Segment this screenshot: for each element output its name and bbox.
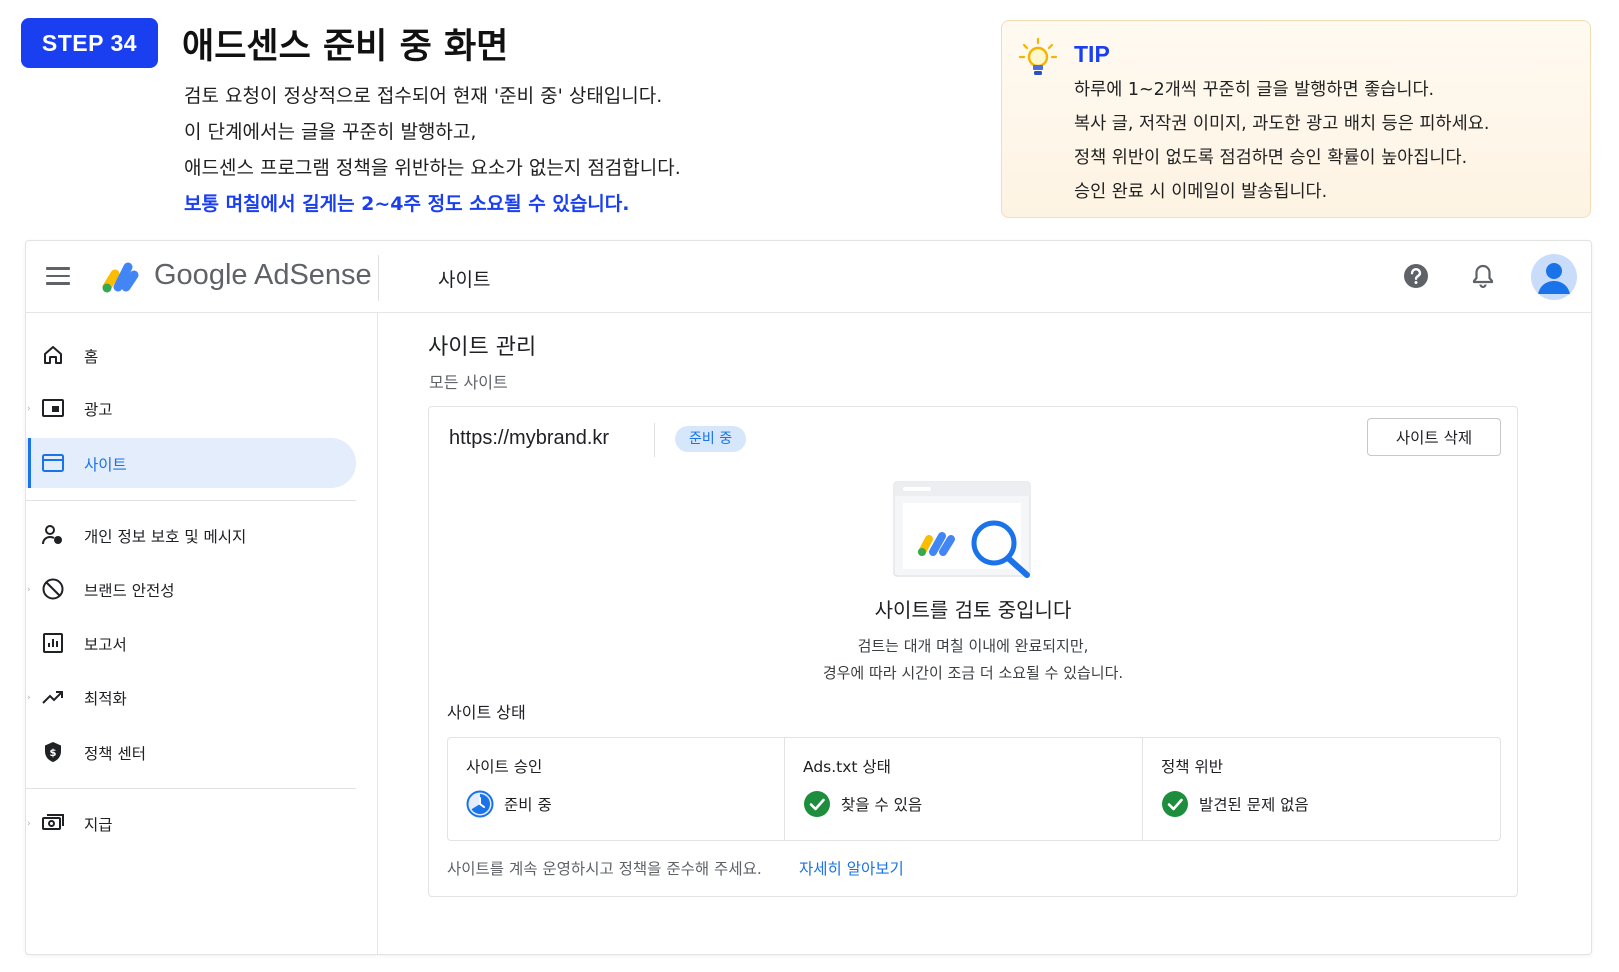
topbar-divider — [378, 255, 379, 301]
topbar-section-title: 사이트 — [438, 269, 491, 291]
sidebar-item-payments[interactable]: › 지급 — [26, 798, 356, 848]
review-desc-line: 경우에 따라 시간이 조금 더 소요될 수 있습니다. — [822, 664, 1124, 682]
top-app-bar: Google AdSense 사이트 — [26, 241, 1591, 313]
page-title: 사이트 관리 — [428, 335, 537, 360]
tip-line: 하루에 1~2개씩 꾸준히 글을 발행하면 좋습니다. — [1074, 80, 1435, 100]
site-status-heading: 사이트 상태 — [447, 703, 526, 722]
check-circle-icon — [804, 791, 830, 817]
tip-box: TIP 하루에 1~2개씩 꾸준히 글을 발행하면 좋습니다. 복사 글, 저작… — [1001, 20, 1591, 218]
tip-title: TIP — [1074, 41, 1110, 67]
expand-caret-icon: › — [27, 585, 31, 595]
adsense-window: Google AdSense 사이트 홈 › 광고 사이트 개인 정보 보호 및… — [25, 240, 1592, 955]
sidebar-item-brand-safety[interactable]: › 브랜드 안전성 — [26, 564, 356, 614]
status-badge: 준비 중 — [675, 426, 747, 452]
user-icon — [1538, 263, 1570, 294]
menu-icon[interactable] — [46, 267, 70, 287]
sidebar-item-policy-center[interactable]: $ 정책 센터 — [26, 727, 356, 777]
status-value: 준비 중 — [504, 796, 552, 814]
svg-text:$: $ — [50, 748, 57, 759]
check-circle-icon — [1162, 791, 1188, 817]
trending-icon — [42, 691, 63, 704]
status-caption: Ads.txt 상태 — [803, 758, 891, 776]
learn-more-link[interactable]: 자세히 알아보기 — [799, 857, 904, 879]
home-icon — [44, 346, 62, 364]
status-cell-policy: 정책 위반 발견된 문제 없음 — [1143, 738, 1500, 840]
status-cell-ads-txt: Ads.txt 상태 찾을 수 있음 — [785, 738, 1143, 840]
sidebar-item-privacy[interactable]: 개인 정보 보호 및 메시지 — [26, 510, 356, 560]
expand-caret-icon: › — [27, 404, 31, 414]
page-subtitle: 모든 사이트 — [429, 373, 508, 392]
tip-line: 복사 글, 저작권 이미지, 과도한 광고 배치 등은 피하세요. — [1074, 114, 1490, 134]
status-value: 찾을 수 있음 — [841, 796, 923, 814]
step-description: 검토 요청이 정상적으로 접수되어 현재 '준비 중' 상태입니다. 이 단계에… — [184, 78, 681, 222]
status-cell-approval: 사이트 승인 준비 중 — [448, 738, 785, 840]
lightbulb-icon — [1018, 37, 1058, 75]
step-desc-highlight: 보통 며칠에서 길게는 2~4주 정도 소요될 수 있습니다. — [184, 193, 630, 215]
help-icon[interactable] — [1401, 261, 1431, 291]
block-icon — [42, 578, 64, 600]
notifications-icon[interactable] — [1468, 261, 1498, 291]
status-caption: 정책 위반 — [1161, 758, 1223, 776]
step-desc-line: 애드센스 프로그램 정책을 위반하는 요소가 없는지 점검합니다. — [184, 157, 681, 179]
site-review-illustration-icon — [893, 481, 1031, 578]
sidebar-item-label: 보고서 — [84, 636, 127, 654]
sidebar-divider — [26, 500, 356, 501]
reports-icon — [43, 633, 63, 653]
delete-site-button[interactable]: 사이트 삭제 — [1367, 418, 1501, 456]
expand-caret-icon: › — [27, 693, 31, 703]
site-url: https://mybrand.kr — [449, 427, 610, 449]
step-title: 애드센스 준비 중 화면 — [182, 27, 509, 67]
account-avatar[interactable] — [1531, 254, 1577, 300]
side-navigation: 홈 › 광고 사이트 개인 정보 보호 및 메시지 › 브랜드 안전성 보고서 … — [26, 313, 378, 954]
tip-lines: 하루에 1~2개씩 꾸준히 글을 발행하면 좋습니다. 복사 글, 저작권 이미… — [1074, 73, 1489, 209]
step-desc-line: 이 단계에서는 글을 꾸준히 발행하고, — [184, 121, 477, 143]
ads-icon — [42, 399, 64, 417]
status-caption: 사이트 승인 — [466, 758, 543, 776]
status-value: 발견된 문제 없음 — [1199, 796, 1309, 814]
review-desc-line: 검트는 대개 며칠 이내에 완료되지만, — [857, 637, 1089, 655]
tip-line: 정책 위반이 없도록 점검하면 승인 확률이 높아집니다. — [1074, 148, 1468, 168]
adsense-logo-icon — [102, 262, 139, 293]
clock-icon — [466, 790, 494, 818]
sidebar-item-ads[interactable]: › 광고 — [26, 383, 356, 433]
step-badge: STEP 34 — [21, 18, 158, 68]
sidebar-item-label: 정책 센터 — [84, 745, 146, 763]
sidebar-item-label: 사이트 — [84, 456, 127, 474]
site-card: https://mybrand.kr 준비 중 사이트 삭제 사이트를 검토 중… — [428, 406, 1518, 897]
site-header-divider — [654, 423, 655, 457]
payments-icon — [42, 814, 64, 830]
sidebar-item-label: 홈 — [84, 348, 99, 366]
sidebar-item-label: 개인 정보 보호 및 메시지 — [84, 528, 247, 546]
site-status-grid: 사이트 승인 준비 중 Ads.txt 상태 찾을 수 있음 정책 위반 발견된… — [447, 737, 1501, 841]
sidebar-item-sites[interactable]: 사이트 — [26, 438, 356, 488]
sidebar-divider — [26, 788, 356, 789]
footer-note: 사이트를 계속 운영하시고 정책을 준수해 주세요. — [447, 860, 762, 878]
sidebar-item-optimization[interactable]: › 최적화 — [26, 672, 356, 722]
review-description: 검트는 대개 며칠 이내에 완료되지만, 경우에 따라 시간이 조금 더 소요될… — [429, 633, 1517, 687]
privacy-icon — [42, 525, 62, 545]
sidebar-item-reports[interactable]: 보고서 — [26, 618, 356, 668]
sidebar-item-label: 최적화 — [84, 690, 127, 708]
review-title: 사이트를 검토 중입니다 — [874, 598, 1072, 622]
app-logo-text: Google AdSense — [154, 259, 372, 291]
step-desc-line: 검토 요청이 정상적으로 접수되어 현재 '준비 중' 상태입니다. — [184, 85, 663, 107]
shield-icon: $ — [45, 742, 61, 762]
tip-line: 승인 완료 시 이메일이 발송됩니다. — [1074, 182, 1328, 202]
sidebar-item-label: 브랜드 안전성 — [84, 582, 175, 600]
sidebar-item-label: 지급 — [84, 816, 113, 834]
sites-icon — [42, 454, 64, 472]
sidebar-item-home[interactable]: 홈 — [26, 330, 356, 380]
sidebar-item-label: 광고 — [84, 401, 113, 419]
expand-caret-icon: › — [27, 819, 31, 829]
